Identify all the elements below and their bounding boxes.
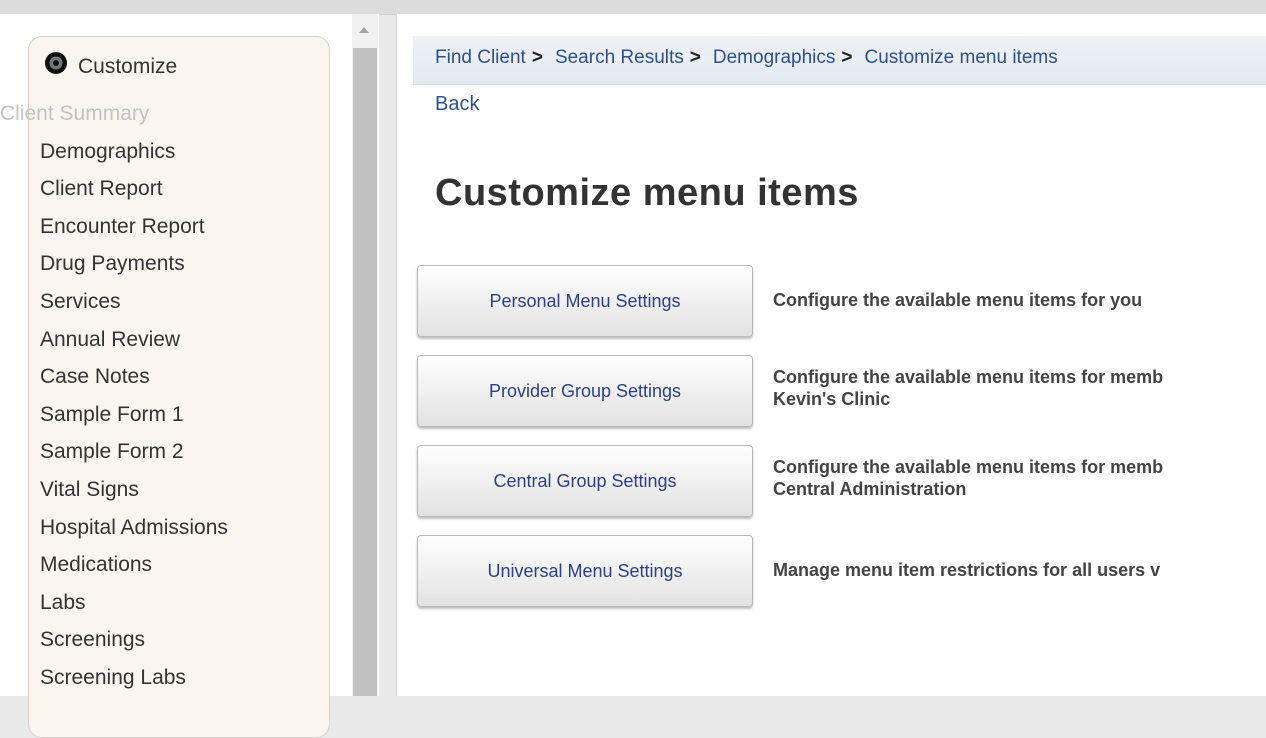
breadcrumb-separator: >	[531, 47, 543, 68]
option-description: Configure the available menu items for m…	[773, 366, 1163, 410]
option-description-line: Configure the available menu items for y…	[773, 290, 1143, 310]
sidebar-item-sample-form-1[interactable]: Sample Form 1	[0, 400, 228, 438]
breadcrumb: Find Client > Search Results > Demographics >…	[413, 36, 1266, 85]
option-description-line: Configure the available menu items for m…	[773, 367, 1164, 387]
gear-icon	[45, 52, 67, 74]
sidebar-item-drug-payments[interactable]: Drug Payments	[0, 249, 228, 287]
breadcrumb-demographics[interactable]: Demographics	[713, 47, 836, 68]
top-frame-bar	[0, 0, 1266, 15]
sidebar-scrollbar[interactable]	[352, 14, 378, 696]
sidebar-item-hospital-admissions[interactable]: Hospital Admissions	[0, 513, 228, 551]
breadcrumb-separator: >	[841, 47, 853, 68]
breadcrumb-separator: >	[689, 47, 701, 68]
sidebar-item-labs[interactable]: Labs	[0, 588, 228, 626]
page-title: Customize menu items	[435, 172, 859, 214]
sidebar-title: Customize	[78, 55, 178, 78]
breadcrumb-find-client[interactable]: Find Client	[435, 47, 526, 68]
option-description-line: Configure the available menu items for m…	[773, 457, 1164, 477]
sidebar-item-medications[interactable]: Medications	[0, 550, 228, 588]
breadcrumb-customize-menu-items[interactable]: Customize menu items	[865, 47, 1058, 68]
option-description-group: Central Administration	[773, 479, 967, 499]
sidebar-item-vital-signs[interactable]: Vital Signs	[0, 475, 228, 513]
sidebar-item-demographics[interactable]: Demographics	[0, 137, 228, 175]
sidebar-item-encounter-report[interactable]: Encounter Report	[0, 212, 228, 250]
option-row-universal: Universal Menu Settings Manage menu item…	[417, 535, 1266, 607]
option-row-personal: Personal Menu Settings Configure the ava…	[417, 265, 1266, 337]
provider-group-settings-button[interactable]: Provider Group Settings	[417, 355, 753, 427]
universal-menu-settings-button[interactable]: Universal Menu Settings	[417, 535, 753, 607]
scroll-up-arrow-icon[interactable]	[359, 27, 369, 33]
scrollbar-thumb[interactable]	[353, 48, 377, 696]
sidebar-item-case-notes[interactable]: Case Notes	[0, 362, 228, 400]
personal-menu-settings-button[interactable]: Personal Menu Settings	[417, 265, 753, 337]
sidebar-menu: Client Summary Demographics Client Repor…	[0, 99, 228, 701]
option-row-central-group: Central Group Settings Configure the ava…	[417, 445, 1266, 517]
back-link[interactable]: Back	[435, 93, 479, 116]
sidebar-item-client-summary: Client Summary	[0, 102, 150, 125]
sidebar-item-client-report[interactable]: Client Report	[0, 174, 228, 212]
sidebar-item-services[interactable]: Services	[0, 287, 228, 325]
option-description: Configure the available menu items for y…	[773, 289, 1142, 311]
sidebar-item-screenings[interactable]: Screenings	[0, 625, 228, 663]
breadcrumb-search-results[interactable]: Search Results	[555, 47, 684, 68]
sidebar-header: Customize	[44, 48, 177, 78]
option-description-line: Manage menu item restrictions for all us…	[773, 560, 1161, 580]
sidebar-item-sample-form-2[interactable]: Sample Form 2	[0, 437, 228, 475]
central-group-settings-button[interactable]: Central Group Settings	[417, 445, 753, 517]
option-description: Configure the available menu items for m…	[773, 456, 1163, 500]
option-description-group: Kevin's Clinic	[773, 389, 891, 409]
sidebar-item-annual-review[interactable]: Annual Review	[0, 325, 228, 363]
option-description: Manage menu item restrictions for all us…	[773, 559, 1160, 581]
sidebar-item-screening-labs[interactable]: Screening Labs	[0, 663, 228, 701]
main-content: Find Client > Search Results > Demographics >…	[396, 14, 1266, 696]
option-row-provider-group: Provider Group Settings Configure the av…	[417, 355, 1266, 427]
